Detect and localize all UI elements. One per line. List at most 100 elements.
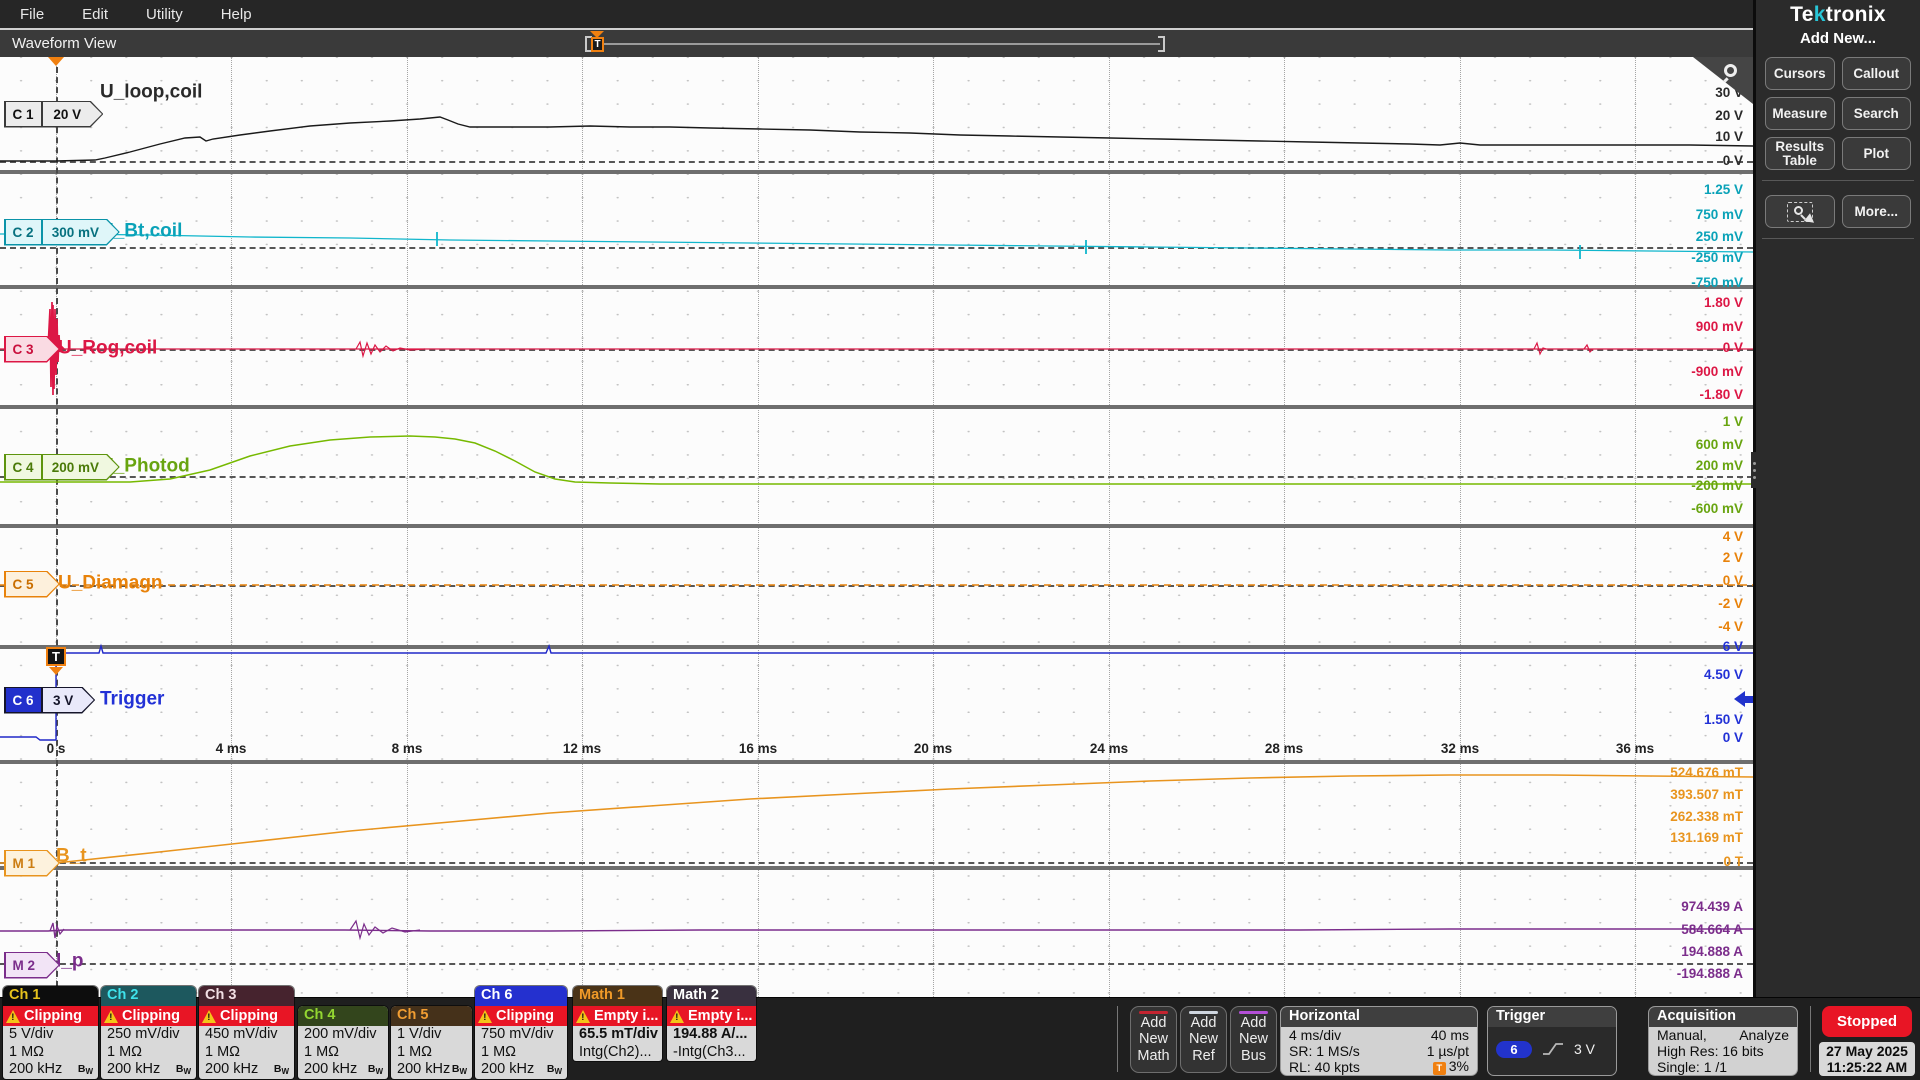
footer-badge-title: Math 1 <box>573 986 662 1006</box>
channel-badge-c-4[interactable]: C 4200 mV <box>4 454 120 481</box>
scale-label-m-2: -194.888 A <box>1677 966 1743 981</box>
scale-label-c-4: 200 mV <box>1696 458 1743 473</box>
waveform-graticule[interactable]: 30 V20 V10 V0 VU_loop,coilC 120 V1.25 V7… <box>0 57 1753 997</box>
badge-body: C 120 V <box>6 102 102 126</box>
trigger-source-marker-icon[interactable]: T <box>46 647 66 666</box>
panel-drag-handle[interactable] <box>1751 452 1758 488</box>
trigger-level-arrow-head <box>1734 691 1745 707</box>
acquisition-status-button[interactable]: Stopped <box>1822 1006 1912 1037</box>
waveform-label-i-p[interactable]: I_p <box>56 951 83 973</box>
footer-badge-row-text: 1 MΩ <box>481 1044 516 1060</box>
footer-badge-row: 1 MΩ <box>101 1044 196 1062</box>
add-new-button-line: Ref <box>1192 1048 1215 1064</box>
footer-badge-math-1[interactable]: Math 1Empty i...65.5 mT/divIntg(Ch2)... <box>573 986 662 1061</box>
footer-badge-ch-1[interactable]: Ch 1Clipping5 V/div1 MΩ200 kHzBW <box>3 986 98 1079</box>
scale-label-c-1: 20 V <box>1715 108 1743 123</box>
scale-label-m-1: 0 T <box>1723 854 1743 869</box>
waveform-label-b-t[interactable]: B_t <box>56 846 87 868</box>
panel-row-right: Analyze <box>1739 1027 1789 1043</box>
badge-body: C 4200 mV <box>6 455 119 479</box>
footer-badge-row-text: 1 MΩ <box>9 1044 44 1060</box>
scale-label-c-2: 750 mV <box>1696 207 1743 222</box>
trigger-level-arrow-icon[interactable] <box>1731 691 1753 707</box>
trigger-panel[interactable]: Trigger 6 3 V <box>1487 1006 1617 1076</box>
side-button-measure[interactable]: Measure <box>1765 97 1835 130</box>
add-new-ref-button[interactable]: AddNewRef <box>1180 1006 1227 1073</box>
waveform-traces <box>0 57 1753 997</box>
menu-item-utility[interactable]: Utility <box>146 6 183 23</box>
pan-trigger-t-icon[interactable]: T <box>591 37 604 52</box>
footer-badge-ch-4[interactable]: Ch 4200 mV/div1 MΩ200 kHzBW <box>298 1006 388 1079</box>
footer-badge-row: 450 mV/div <box>199 1026 294 1044</box>
channel-badge-c-2[interactable]: C 2300 mV <box>4 219 120 246</box>
warning-icon <box>478 1010 493 1023</box>
scale-label-c-4: -600 mV <box>1691 501 1743 516</box>
footer-badge-math-2[interactable]: Math 2Empty i...194.88 A/...-Intg(Ch3... <box>667 986 756 1061</box>
panel-row-left: 4 ms/div <box>1289 1027 1341 1043</box>
scale-label-m-1: 393.507 mT <box>1670 787 1743 802</box>
panel-row-right-text: 40 ms <box>1431 1027 1469 1043</box>
horizontal-panel[interactable]: Horizontal 4 ms/div40 msSR: 1 MS/s1 µs/p… <box>1280 1006 1478 1076</box>
trigger-position-marker-icon[interactable] <box>48 57 64 66</box>
footer-badge-ch-2[interactable]: Ch 2Clipping250 mV/div1 MΩ200 kHzBW <box>101 986 196 1079</box>
side-button-results-table[interactable]: Results Table <box>1765 137 1835 170</box>
channel-badge-c-1[interactable]: C 120 V <box>4 101 103 128</box>
waveform-label-u-rog-coil[interactable]: U_Rog,coil <box>58 338 157 360</box>
footer-badge-row: 200 kHzBW <box>199 1061 294 1079</box>
add-new-bus-button[interactable]: AddNewBus <box>1230 1006 1277 1073</box>
acquisition-panel[interactable]: Acquisition Manual,AnalyzeHigh Res: 16 b… <box>1648 1006 1798 1076</box>
tektronix-logo: Tektronix <box>1756 3 1920 27</box>
footer-badge-row-text: 450 mV/div <box>205 1026 278 1042</box>
footer-badge-row: 194.88 A/... <box>667 1026 756 1044</box>
waveform-label-u-loop-coil[interactable]: U_loop,coil <box>100 82 202 104</box>
side-button-search[interactable]: Search <box>1842 97 1912 130</box>
footer-badge-ch-6[interactable]: Ch 6Clipping750 mV/div1 MΩ200 kHzBW <box>475 986 567 1079</box>
scale-label-c-3: 0 V <box>1723 340 1743 355</box>
side-button-cursors[interactable]: Cursors <box>1765 57 1835 90</box>
warning-icon <box>576 1010 591 1023</box>
footer-badge-ch-5[interactable]: Ch 51 V/div1 MΩ200 kHzBW <box>391 1006 472 1079</box>
footer-badge-title: Ch 2 <box>101 986 196 1006</box>
footer-badge-row-text: 1 V/div <box>397 1026 441 1042</box>
ch6-trace <box>0 646 1753 740</box>
menu-item-help[interactable]: Help <box>221 6 252 23</box>
side-button-plot[interactable]: Plot <box>1842 137 1912 170</box>
footer-badge-ch-3[interactable]: Ch 3Clipping450 mV/div1 MΩ200 kHzBW <box>199 986 294 1079</box>
warning-icon <box>670 1010 685 1023</box>
channel-badge-m-1[interactable]: M 1 <box>4 850 60 877</box>
panel-row: 4 ms/div 40 ms <box>1281 1027 1477 1043</box>
trigger-source-badge[interactable]: 6 <box>1496 1041 1532 1058</box>
scale-label-c-4: 1 V <box>1723 414 1743 429</box>
warning-icon <box>6 1010 21 1023</box>
add-new-button-line: Add <box>1141 1015 1167 1031</box>
channel-badge-c-5[interactable]: C 5 <box>4 571 60 598</box>
channel-badge-c-3[interactable]: C 3 <box>4 336 60 363</box>
menu-item-file[interactable]: File <box>20 6 44 23</box>
more-button[interactable]: More... <box>1842 195 1912 228</box>
footer-badge-title: Ch 5 <box>391 1006 472 1026</box>
bandwidth-limit-icon: BW <box>452 1061 467 1079</box>
scale-label-c-4: 600 mV <box>1696 437 1743 452</box>
settings-bar: Horizontal 4 ms/div40 msSR: 1 MS/s1 µs/p… <box>0 997 1920 1080</box>
warning-icon <box>202 1010 217 1023</box>
time-axis-label: 36 ms <box>1616 741 1654 756</box>
waveform-label-u-diamagn[interactable]: U_Diamagn <box>58 573 163 595</box>
add-new-math-button[interactable]: AddNewMath <box>1130 1006 1177 1073</box>
scale-label-c-5: -4 V <box>1718 619 1743 634</box>
side-button-callout[interactable]: Callout <box>1842 57 1912 90</box>
scale-label-m-2: 194.888 A <box>1681 944 1743 959</box>
add-new-button-line: Add <box>1191 1015 1217 1031</box>
scale-label-m-2: 974.439 A <box>1681 899 1743 914</box>
channel-badge-m-2[interactable]: M 2 <box>4 952 60 979</box>
footer-badge-row-text: 1 MΩ <box>205 1044 240 1060</box>
zoom-select-button[interactable] <box>1765 195 1835 228</box>
channel-badge-c-6[interactable]: C 63 V <box>4 687 95 714</box>
horizontal-pan-indicator[interactable]: T <box>0 30 1756 57</box>
warning-banner: Empty i... <box>667 1006 756 1026</box>
footer-badge-row: 5 V/div <box>3 1026 98 1044</box>
channel-scale-value: 20 V <box>41 102 102 126</box>
menu-item-edit[interactable]: Edit <box>82 6 108 23</box>
footer-badge-row: 750 mV/div <box>475 1026 567 1044</box>
waveform-label-trigger[interactable]: Trigger <box>100 689 164 711</box>
panel-row-right-text: 3% <box>1449 1058 1469 1074</box>
